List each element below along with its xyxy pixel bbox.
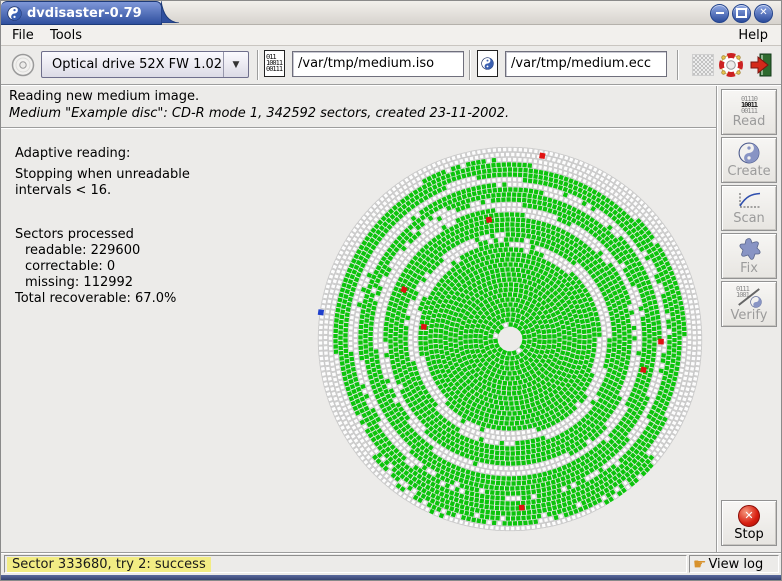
menu-help[interactable]: Help (731, 26, 775, 45)
fix-label: Fix (740, 262, 758, 276)
scan-button[interactable]: Scan (721, 185, 777, 231)
verify-button[interactable]: 0111 1001 Verify (721, 281, 777, 327)
readable-count: readable: 229600 (25, 243, 140, 258)
drive-select-value: Optical drive 52X FW 1.02 (42, 57, 223, 72)
close-button[interactable]: ✕ (754, 4, 773, 23)
ecc-file-input[interactable]: /var/tmp/medium.ecc (505, 51, 667, 77)
scan-icon (736, 191, 762, 211)
statusbar: Sector 333680, try 2: success (4, 555, 687, 573)
chevron-down-icon: ▼ (223, 52, 248, 77)
toolbar-separator (257, 50, 259, 80)
minimize-button[interactable] (710, 4, 729, 23)
maximize-button[interactable] (732, 4, 751, 23)
divider (1, 552, 782, 554)
title-tab-flare (161, 1, 179, 23)
status-message: Sector 333680, try 2: success (7, 557, 211, 572)
maximize-icon (736, 8, 747, 18)
titlebar: dvdisaster-0.79 ✕ (1, 1, 781, 25)
create-label: Create (727, 165, 770, 179)
stop-label: Stop (734, 528, 764, 542)
divider (1, 84, 782, 86)
stopping-condition-line1: Stopping when unreadable (15, 167, 190, 182)
scan-label: Scan (733, 212, 765, 226)
stop-icon: ✕ (738, 505, 760, 527)
create-icon (738, 142, 760, 164)
iso-file-input[interactable]: /var/tmp/medium.iso (292, 51, 464, 77)
toolbar: Optical drive 52X FW 1.02 ▼ 011 10011 00… (1, 46, 781, 84)
title-tab[interactable]: dvdisaster-0.79 (1, 1, 162, 25)
read-button[interactable]: 01110 10011 00111 Read (721, 89, 777, 135)
medium-info: Medium "Example disc": CD-R mode 1, 3425… (9, 106, 509, 121)
verify-icon: 0111 1001 (736, 286, 762, 308)
yin-yang-icon (7, 6, 22, 21)
stop-button[interactable]: ✕ Stop (721, 500, 777, 546)
help-lifebuoy-button[interactable] (718, 52, 744, 78)
app-window: dvdisaster-0.79 ✕ File Tools Help Optica… (0, 0, 782, 581)
minimize-icon (716, 12, 724, 14)
status-heading: Reading new medium image. (9, 89, 199, 104)
toolbar-separator (469, 50, 471, 80)
read-icon: 01110 10011 00111 (741, 96, 757, 114)
toolbar-separator (677, 50, 679, 80)
menubar: File Tools Help (1, 25, 781, 46)
hand-icon: ☛ (693, 557, 706, 571)
create-button[interactable]: Create (721, 137, 777, 183)
ecc-file-icon (477, 50, 498, 77)
window-title: dvdisaster-0.79 (27, 6, 142, 21)
window-bottom-frame (1, 575, 781, 581)
missing-count: missing: 112992 (25, 275, 133, 290)
image-file-icon: 011 10011 00111 (264, 50, 285, 77)
quit-button[interactable] (749, 52, 773, 78)
total-recoverable: Total recoverable: 67.0% (15, 291, 176, 306)
menu-file[interactable]: File (5, 26, 41, 45)
adaptive-reading-label: Adaptive reading: (15, 146, 130, 161)
menu-tools[interactable]: Tools (43, 26, 89, 45)
drive-select[interactable]: Optical drive 52X FW 1.02 ▼ (41, 51, 249, 78)
stopping-condition-line2: intervals < 16. (15, 183, 111, 198)
sectors-processed-label: Sectors processed (15, 227, 134, 242)
verify-label: Verify (731, 309, 768, 323)
read-label: Read (733, 115, 766, 129)
preferences-button-disabled (692, 54, 714, 76)
fix-button[interactable]: Fix (721, 233, 777, 279)
view-log-button[interactable]: ☛ View log (689, 555, 779, 573)
fix-icon (737, 237, 761, 261)
disc-drive-icon[interactable] (11, 53, 35, 77)
correctable-count: correctable: 0 (25, 259, 115, 274)
view-log-label: View log (708, 557, 763, 572)
